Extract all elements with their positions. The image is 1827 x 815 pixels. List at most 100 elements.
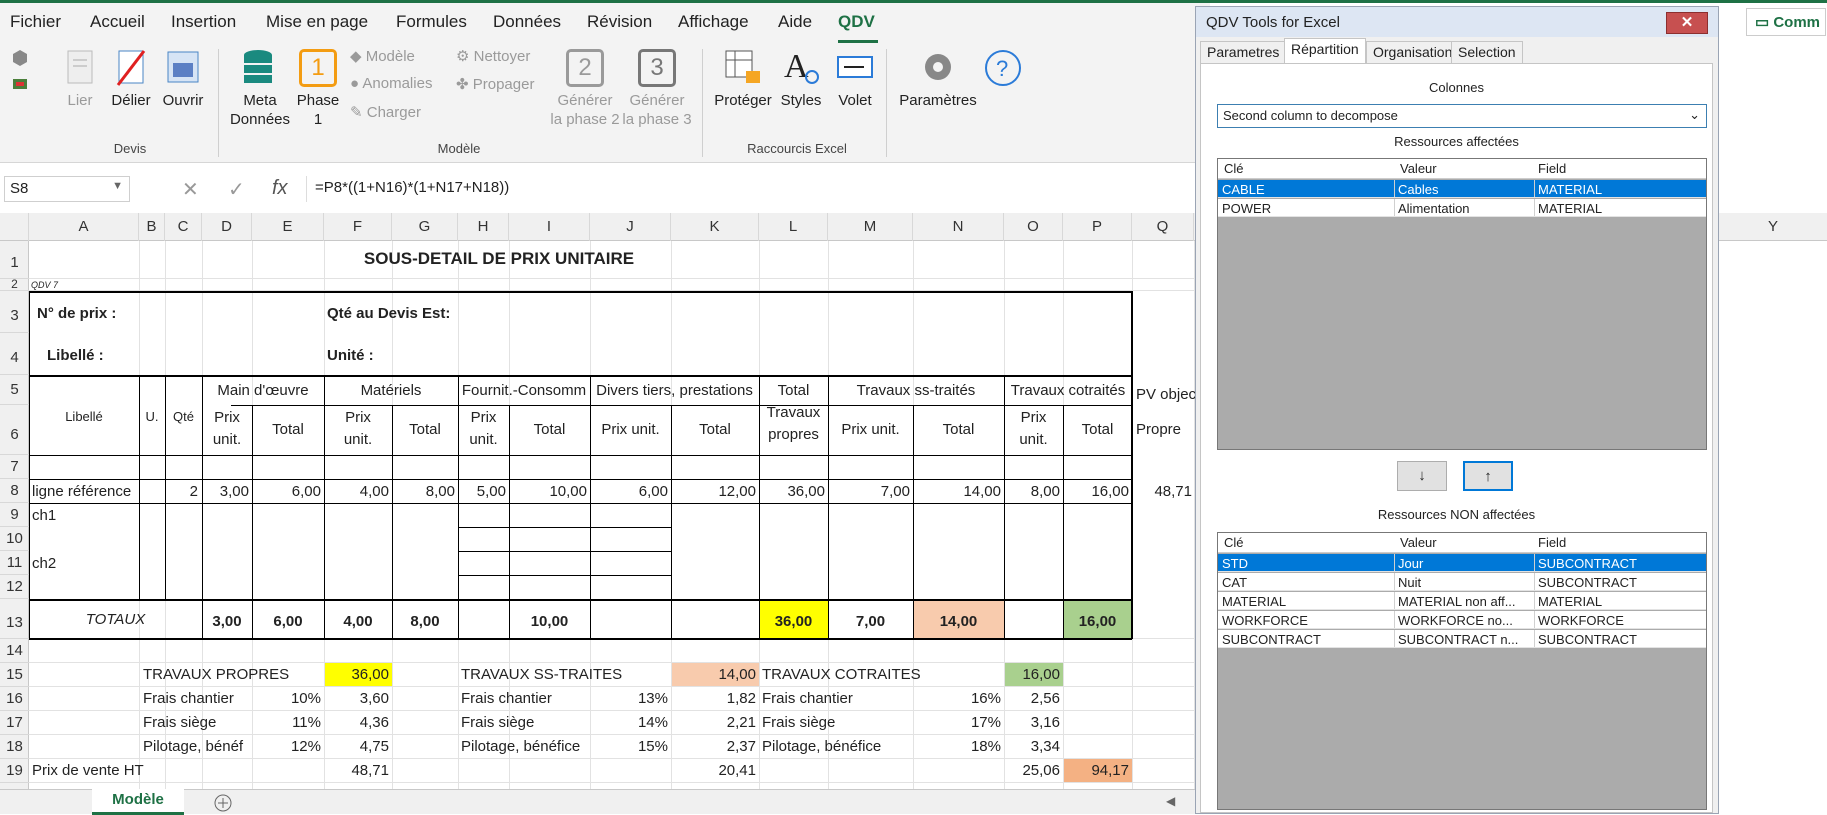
formula-input[interactable]: =P8*((1+N16)*(1+N17+N18))	[306, 176, 1206, 202]
column-header-y[interactable]: Y	[1719, 213, 1827, 241]
cube-icon[interactable]	[12, 49, 28, 67]
tab-parametres[interactable]: Parametres	[1200, 41, 1287, 63]
row-header[interactable]: 9	[0, 503, 29, 527]
tab-selection[interactable]: Selection	[1451, 41, 1523, 63]
move-down-button[interactable]: ↓	[1397, 461, 1447, 491]
scroll-left-icon[interactable]: ◀	[1166, 794, 1175, 808]
row-header[interactable]: 14	[0, 639, 29, 663]
column-header[interactable]: K	[671, 213, 759, 241]
column-header[interactable]: P	[1063, 213, 1132, 241]
col-cle-header[interactable]: Clé	[1224, 161, 1244, 176]
menu-qdv[interactable]: QDV	[838, 12, 875, 32]
select-all-corner[interactable]	[0, 213, 29, 241]
menu-aide[interactable]: Aide	[778, 12, 812, 32]
list-item[interactable]: MATERIAL MATERIAL non aff... MATERIAL	[1218, 592, 1706, 610]
styles-button[interactable]: A Styles	[776, 47, 826, 110]
volet-button[interactable]: Volet	[830, 47, 880, 110]
tab-organisation[interactable]: Organisation	[1366, 41, 1460, 63]
row-header[interactable]: 1	[0, 241, 29, 279]
list-item[interactable]: WORKFORCE WORKFORCE no... WORKFORCE	[1218, 611, 1706, 629]
row-header[interactable]: 10	[0, 527, 29, 551]
column-header[interactable]: G	[392, 213, 458, 241]
lier-button[interactable]: Lier	[58, 47, 102, 110]
nettoyer-button[interactable]: ⚙ Nettoyer	[456, 47, 530, 65]
list-item[interactable]: CABLE Cables MATERIAL	[1218, 180, 1706, 198]
comments-button[interactable]: ▭ Comm	[1746, 8, 1826, 36]
row-header[interactable]: 4	[0, 333, 29, 375]
close-button[interactable]: ✕	[1666, 12, 1708, 34]
parametres-button[interactable]: Paramètres	[896, 47, 980, 110]
delier-button[interactable]: Délier	[108, 47, 154, 110]
row-header[interactable]: 12	[0, 575, 29, 599]
row-header[interactable]: 7	[0, 455, 29, 479]
anomalies-button[interactable]: ● Anomalies	[350, 75, 432, 92]
col-valeur-header[interactable]: Valeur	[1400, 535, 1437, 550]
column-header[interactable]: B	[139, 213, 165, 241]
cancel-formula-icon[interactable]: ✕	[182, 177, 199, 202]
menu-mise-en-page[interactable]: Mise en page	[266, 12, 368, 32]
move-up-button[interactable]: ↑	[1463, 461, 1513, 491]
column-header[interactable]: F	[324, 213, 392, 241]
col-valeur-header[interactable]: Valeur	[1400, 161, 1437, 176]
worksheet-grid[interactable]: SOUS-DETAIL DE PRIX UNITAIRE QDV 7 N° de…	[29, 241, 1210, 789]
menu-revision[interactable]: Révision	[587, 12, 652, 32]
name-box[interactable]: S8 ▼	[4, 176, 130, 202]
column-header[interactable]: M	[828, 213, 913, 241]
row-header[interactable]: 8	[0, 479, 29, 503]
help-icon[interactable]: ?	[984, 49, 1022, 87]
column-header[interactable]: J	[590, 213, 671, 241]
row-header[interactable]: 19	[0, 759, 29, 783]
menu-affichage[interactable]: Affichage	[678, 12, 749, 32]
row-header[interactable]: 18	[0, 735, 29, 759]
row-header[interactable]: 11	[0, 551, 29, 575]
affectees-list[interactable]: Clé Valeur Field CABLE Cables MATERIAL P…	[1217, 158, 1707, 450]
column-header[interactable]: L	[759, 213, 828, 241]
column-header[interactable]: I	[509, 213, 590, 241]
list-item[interactable]: STD Jour SUBCONTRACT	[1218, 554, 1706, 572]
list-item[interactable]: SUBCONTRACT SUBCONTRACT n... SUBCONTRACT	[1218, 630, 1706, 648]
col-cle-header[interactable]: Clé	[1224, 535, 1244, 550]
row-header[interactable]: 16	[0, 687, 29, 711]
generer-phase3-button[interactable]: 3 Générer la phase 3	[622, 47, 692, 129]
sheet-tab-modele[interactable]: Modèle	[92, 789, 184, 815]
meta-donnees-button[interactable]: Meta Données	[228, 47, 292, 129]
tab-repartition[interactable]: Répartition	[1284, 38, 1366, 64]
non-affectees-list[interactable]: Clé Valeur Field STD Jour SUBCONTRACT CA…	[1217, 532, 1707, 810]
function-icon[interactable]: fx	[272, 177, 288, 200]
ouvrir-button[interactable]: Ouvrir	[160, 47, 206, 110]
charger-button[interactable]: ✎ Charger	[350, 103, 421, 121]
row-header[interactable]: 6	[0, 405, 29, 455]
phase1-button[interactable]: 1 Phase 1	[296, 47, 340, 129]
row-header[interactable]: 15	[0, 663, 29, 687]
row-header[interactable]: 2	[0, 278, 29, 291]
propager-button[interactable]: ✤ Propager	[456, 75, 534, 93]
modele-button[interactable]: ◆ Modèle	[350, 47, 415, 65]
col-field-header[interactable]: Field	[1538, 535, 1566, 550]
column-header[interactable]: H	[458, 213, 509, 241]
list-item[interactable]: POWER Alimentation MATERIAL	[1218, 199, 1706, 217]
menu-accueil[interactable]: Accueil	[90, 12, 145, 32]
menu-formules[interactable]: Formules	[396, 12, 467, 32]
generer-phase2-button[interactable]: 2 Générer la phase 2	[550, 47, 620, 129]
menu-donnees[interactable]: Données	[493, 12, 561, 32]
col-field-header[interactable]: Field	[1538, 161, 1566, 176]
confirm-formula-icon[interactable]: ✓	[228, 177, 245, 202]
column-header[interactable]: O	[1004, 213, 1063, 241]
bug-icon[interactable]	[11, 77, 29, 93]
menu-fichier[interactable]: Fichier	[10, 12, 61, 32]
row-header[interactable]: 5	[0, 375, 29, 405]
column-header[interactable]: E	[252, 213, 324, 241]
columns-select[interactable]: Second column to decompose ⌄	[1217, 104, 1707, 128]
column-header[interactable]: N	[913, 213, 1004, 241]
row-header[interactable]: 3	[0, 291, 29, 333]
proteger-button[interactable]: Protéger	[712, 47, 774, 110]
row-header[interactable]: 13	[0, 599, 29, 639]
add-sheet-icon[interactable]	[214, 794, 232, 812]
column-header[interactable]: A	[29, 213, 139, 241]
list-item[interactable]: CAT Nuit SUBCONTRACT	[1218, 573, 1706, 591]
column-header[interactable]: C	[165, 213, 202, 241]
column-header[interactable]: Q	[1132, 213, 1194, 241]
menu-insertion[interactable]: Insertion	[171, 12, 236, 32]
row-header[interactable]: 17	[0, 711, 29, 735]
column-header[interactable]: D	[202, 213, 252, 241]
